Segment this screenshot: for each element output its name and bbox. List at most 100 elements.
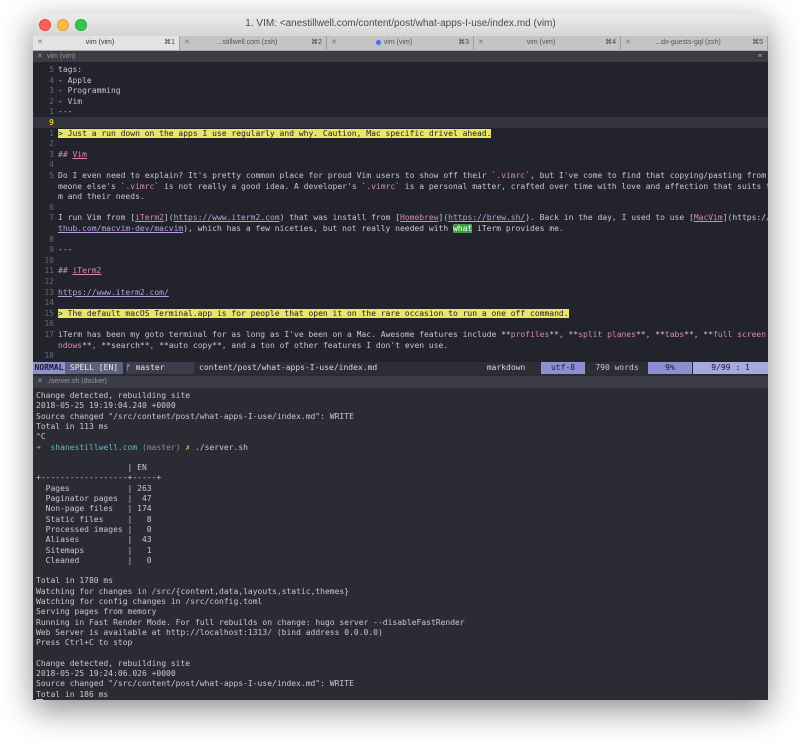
editor-line[interactable]: 1 > Just a run down on the apps I use reg…	[33, 128, 768, 139]
editor-line[interactable]: 14	[33, 297, 768, 308]
line-number: 9	[49, 245, 54, 255]
line-number: 4	[49, 160, 54, 170]
editor-line[interactable]: 18	[33, 350, 768, 361]
line-number: 5	[49, 65, 54, 74]
line-text: - Vim	[58, 96, 83, 106]
line-text: Do I even need to explain? It's pretty c…	[58, 171, 768, 180]
tab-shortcut: ⌘5	[752, 39, 763, 46]
tab-3[interactable]: ✕ vim (vim) ⌘3	[327, 36, 474, 50]
tab-bar: ✕ vim (vim) ⌘1 ✕ ...stillwell.com (zsh) ⌘2 ✕ vi…	[33, 36, 768, 51]
line-text: m and their needs.	[58, 192, 145, 202]
line-text: ## Vim	[58, 149, 87, 159]
editor-line[interactable]: 4	[33, 159, 768, 170]
window-title: 1. VIM: <anestillwell.com/content/post/w…	[245, 18, 556, 29]
activity-dot-icon	[375, 39, 381, 45]
editor-line[interactable]: 12	[33, 276, 768, 287]
line-number: 2	[49, 139, 54, 149]
tab-1[interactable]: ✕ vim (vim) ⌘1	[33, 36, 180, 50]
tab-shortcut: ⌘1	[164, 39, 175, 46]
editor-line[interactable]: thub.com/macvim-dev/macvim), which has a…	[33, 223, 768, 234]
line-number: 6	[49, 202, 54, 212]
terminal-cursor	[36, 699, 43, 700]
tab-shortcut: ⌘2	[311, 39, 322, 46]
tab-shortcut: ⌘4	[605, 39, 616, 46]
close-icon[interactable]: ✕	[331, 36, 337, 50]
close-icon[interactable]: ✕	[37, 376, 43, 388]
cursor-line	[36, 699, 43, 700]
line-text: I run Vim from [iTerm2](https://www.iter…	[58, 213, 768, 223]
editor-line[interactable]: 17 iTerm has been my goto terminal for as…	[33, 329, 768, 340]
spell-indicator: SPELL [EN]	[65, 362, 123, 374]
title-bar[interactable]: 1. VIM: <anestillwell.com/content/post/w…	[33, 14, 768, 37]
line-text: https://www.iterm2.com/	[58, 287, 169, 297]
editor-line[interactable]: 8	[33, 234, 768, 245]
tab-label: ...dx-guests-gql (zsh)	[655, 39, 721, 46]
editor-line[interactable]: ndows**, **search**, **auto copy**, and …	[33, 340, 768, 351]
cursor-position: 9/99 : 1	[693, 362, 768, 374]
line-text: ---	[58, 245, 73, 255]
tab-label: vim (vim)	[526, 39, 556, 46]
line-number: 5	[49, 171, 54, 180]
tab-label: vim (vim)	[341, 36, 447, 50]
terminal-line: Press Ctrl+C to stop	[36, 638, 133, 648]
editor-line[interactable]: 9	[33, 117, 768, 128]
vim-statusline: NORMAL SPELL [EN] ᚠ master content/post/…	[33, 362, 768, 374]
line-number: 10	[44, 255, 54, 265]
line-text: ## iTerm2	[58, 266, 102, 276]
line-text: thub.com/macvim-dev/macvim), which has a…	[58, 224, 564, 233]
editor-line[interactable]: 9 ---	[33, 244, 768, 255]
tab-4[interactable]: ✕ vim (vim) ⌘4	[474, 36, 621, 50]
terminal-window: 1. VIM: <anestillwell.com/content/post/w…	[33, 14, 768, 700]
line-text: tags:	[58, 65, 83, 74]
line-text: > The default macOS Terminal.app is for …	[58, 308, 569, 318]
close-icon[interactable]: ✕	[184, 36, 190, 50]
close-icon[interactable]: ✕	[625, 36, 631, 50]
editor-line[interactable]: 5 tags:	[33, 64, 768, 75]
terminal-output[interactable]: Change detected, rebuilding site 2018-05-…	[33, 388, 768, 700]
line-number: 18	[44, 351, 54, 361]
tab-label: vim (vim)	[85, 39, 115, 46]
editor-line[interactable]: 11 ## iTerm2	[33, 265, 768, 276]
terminal-line: Cleaned | 0	[36, 555, 152, 565]
line-number: 17	[44, 330, 54, 339]
editor-line[interactable]: 4 - Apple	[33, 75, 768, 86]
close-icon[interactable]: ✕	[478, 36, 484, 50]
editor-line[interactable]: 2 - Vim	[33, 96, 768, 107]
line-number: 12	[44, 277, 54, 286]
line-number: 2	[49, 96, 54, 106]
scroll-percent: 9%	[648, 362, 692, 374]
editor-line[interactable]: 2	[33, 138, 768, 149]
tab-2[interactable]: ✕ ...stillwell.com (zsh) ⌘2	[180, 36, 327, 50]
editor-line[interactable]: 1 ---	[33, 106, 768, 117]
terminal-line: Total in 186 ms	[36, 689, 109, 699]
vim-editor[interactable]: 5 tags: 4- Apple 3- Programming 2- Vim 1 --- 9 1…	[33, 62, 768, 362]
tab-shortcut: ⌘3	[458, 39, 469, 46]
encoding: utf-8	[541, 362, 585, 374]
editor-line[interactable]: 7 I run Vim from [iTerm2](https://www.ite…	[33, 212, 768, 223]
editor-line[interactable]: 6	[33, 202, 768, 213]
close-icon[interactable]: ✕	[37, 36, 43, 50]
editor-line[interactable]: m and their needs.	[33, 191, 768, 202]
line-number: 3	[49, 149, 54, 159]
editor-line[interactable]: 3 - Programming	[33, 85, 768, 96]
editor-line[interactable]: 3 ## Vim	[33, 149, 768, 160]
editor-line[interactable]: meone else's `.vimrc` is not really a go…	[33, 181, 768, 192]
shell-prompt: ➜ shanestillwell.com (master) ✗ ./server…	[36, 442, 248, 452]
line-number: 7	[49, 213, 54, 223]
line-number: 9	[49, 118, 54, 127]
tab-5[interactable]: ✕ ...dx-guests-gql (zsh) ⌘5	[621, 36, 768, 50]
bottom-pane-title: ./server.sh (docker)	[47, 378, 107, 385]
editor-line[interactable]: 5 Do I even need to explain? It's pretty …	[33, 170, 768, 181]
line-number: 11	[44, 266, 54, 276]
editor-line[interactable]: 13 https://www.iterm2.com/	[33, 287, 768, 298]
editor-line[interactable]: 16	[33, 318, 768, 329]
file-path: content/post/what-apps-I-use/index.md	[199, 363, 378, 372]
line-number: 3	[49, 86, 54, 96]
line-text: ---	[58, 107, 73, 117]
editor-line[interactable]: 10	[33, 255, 768, 266]
editor-line[interactable]: 15 > The default macOS Terminal.app is fo…	[33, 308, 768, 319]
terminal-line: Total in 113 ms	[36, 421, 109, 431]
line-number: 14	[44, 298, 54, 308]
line-text: meone else's `.vimrc` is not really a go…	[58, 181, 768, 191]
line-text: - Apple	[58, 75, 92, 85]
